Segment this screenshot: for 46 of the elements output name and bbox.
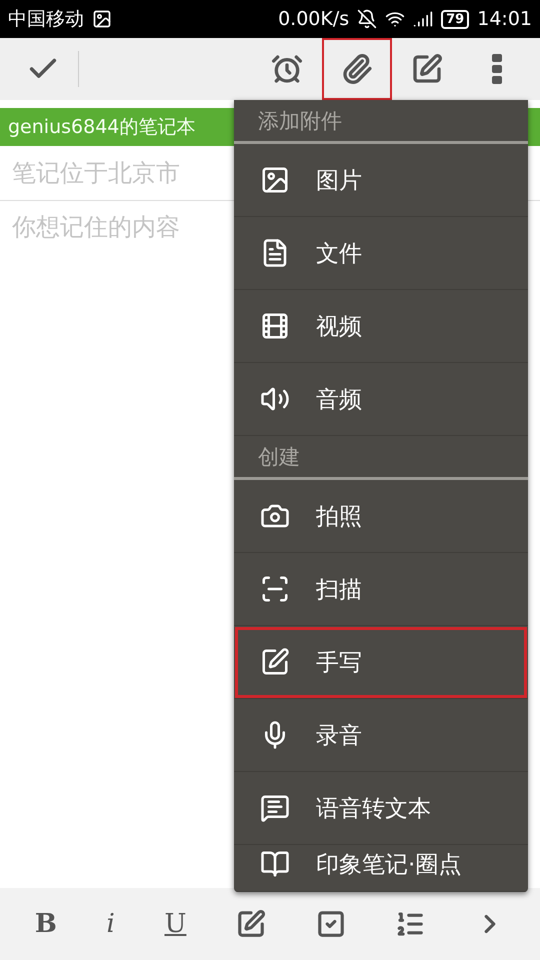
menu-item[interactable]: 文件 — [234, 217, 528, 290]
alarm-clock-icon — [271, 53, 303, 85]
menu-item-label: 音频 — [316, 386, 362, 414]
menu-item[interactable]: 视频 — [234, 290, 528, 363]
battery-icon: 79 — [441, 10, 470, 28]
menu-item-label: 视频 — [316, 312, 362, 342]
menu-item-label: 扫描 — [316, 576, 362, 604]
format-button[interactable]: U — [156, 905, 194, 943]
menu-item-label: 文件 — [316, 240, 362, 268]
picture-icon — [92, 9, 112, 29]
signal-icon — [413, 9, 434, 29]
clock-time: 14:01 — [477, 8, 532, 30]
menu-item-label: 手写 — [316, 648, 362, 678]
paperclip-icon — [341, 53, 373, 85]
menu-item[interactable]: 手写 — [234, 626, 528, 699]
film-icon — [260, 311, 290, 341]
menu-item[interactable]: 印象笔记·圈点 — [234, 845, 528, 892]
pen-square-icon — [236, 909, 266, 939]
menu-item[interactable]: 扫描 — [234, 553, 528, 626]
format-button[interactable]: B — [26, 905, 65, 943]
speech-bubble-icon — [260, 793, 290, 823]
notebook-name: genius6844的笔记本 — [8, 115, 196, 140]
menu-item-label: 录音 — [316, 722, 362, 750]
more-icon — [492, 54, 502, 84]
carrier-name: 中国移动 — [8, 7, 84, 32]
checkbox-icon — [316, 909, 346, 939]
menu-item[interactable]: 音频 — [234, 363, 528, 436]
menu-item[interactable]: 拍照 — [234, 480, 528, 553]
section-title: 添加附件 — [258, 108, 342, 134]
scan-icon — [260, 574, 290, 604]
section-title: 创建 — [258, 444, 300, 470]
format-button[interactable]: i — [98, 905, 123, 943]
menu-item[interactable]: 录音 — [234, 699, 528, 772]
pen-icon — [260, 647, 290, 677]
network-speed: 0.00K/s — [278, 8, 350, 30]
menu-item[interactable]: 图片 — [234, 144, 528, 217]
menu-item-label: 语音转文本 — [316, 794, 431, 824]
menu-item-label: 印象笔记·圈点 — [316, 851, 462, 880]
menu-item[interactable]: 语音转文本 — [234, 772, 528, 845]
menu-item-label: 图片 — [316, 166, 362, 196]
bell-off-icon — [357, 9, 378, 29]
menu-item-label: 拍照 — [316, 502, 362, 532]
pen-square-icon — [411, 53, 443, 85]
picture-icon — [260, 165, 290, 195]
book-icon — [260, 849, 290, 879]
attach-button[interactable] — [322, 38, 392, 100]
